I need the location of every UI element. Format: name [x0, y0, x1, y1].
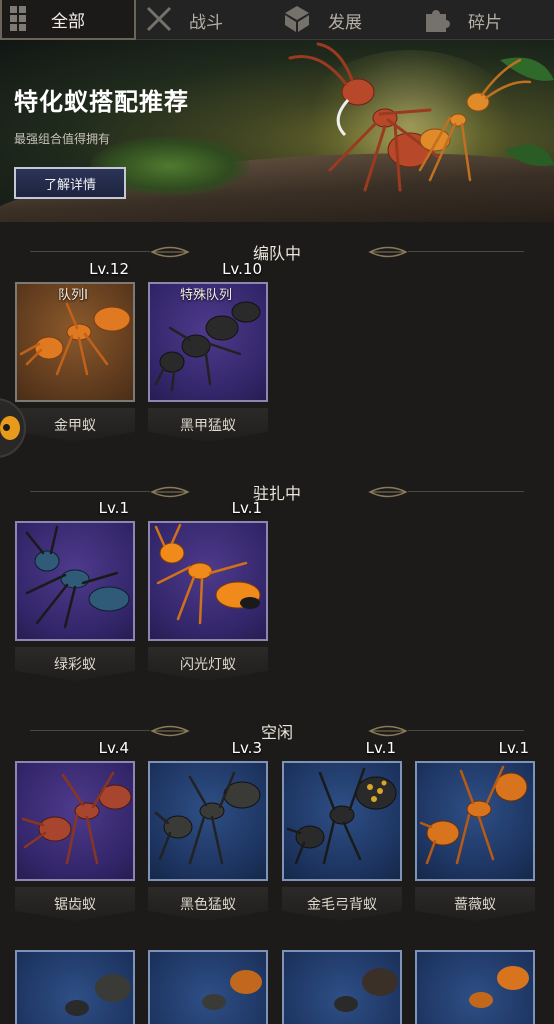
ant-name: 锯齿蚁: [15, 887, 135, 921]
divider-line: [408, 491, 524, 492]
queue-tag: 特殊队列: [179, 288, 232, 303]
ant-name: 黑甲猛蚁: [148, 408, 268, 442]
ant-name: 绿彩蚁: [15, 647, 135, 681]
ant-icon: [21, 771, 132, 865]
leaf-ornament-icon: [368, 725, 408, 737]
ant-name: 闪光灯蚁: [148, 647, 268, 681]
ant-icon: [419, 765, 528, 865]
section-header-idle: 空闲: [0, 719, 554, 743]
ant-tile: [148, 761, 268, 881]
section-header-stationed: 驻扎中: [0, 480, 554, 504]
tab-fragments[interactable]: 碎片: [416, 0, 554, 40]
ant-level: Lv.1: [231, 499, 262, 517]
section-title: 空闲: [260, 723, 293, 742]
learn-more-button[interactable]: 了解详情: [14, 167, 126, 199]
pet-eye: [3, 424, 10, 431]
divider-line: [408, 251, 524, 252]
side-pet-button[interactable]: [0, 398, 26, 458]
ant-level: Lv.1: [98, 499, 129, 517]
leaf-ornament-icon: [368, 246, 408, 258]
tab-label: 碎片: [468, 12, 502, 33]
leaf-ornament-icon: [368, 486, 408, 498]
banner-title: 特化蚁搭配推荐: [14, 88, 189, 116]
ant-level: Lv.3: [231, 739, 262, 757]
ant-name: 金毛弓背蚁: [282, 887, 402, 921]
category-tab-bar: 全部 战斗 发展 碎片: [0, 0, 554, 40]
ant-tile: [15, 521, 135, 641]
tab-label: 发展: [328, 12, 362, 33]
ant-name: 金甲蚁: [15, 408, 135, 442]
section-title: 驻扎中: [252, 484, 301, 503]
tab-develop[interactable]: 发展: [276, 0, 414, 40]
queue-tag: 队列I: [58, 288, 88, 303]
ant-tile: [15, 950, 135, 1024]
ant-icon: [154, 771, 261, 865]
tab-battle[interactable]: 战斗: [138, 0, 274, 40]
banner-subtitle: 最强组合值得拥有: [14, 132, 111, 146]
ant-tile: [282, 761, 402, 881]
grid-icon: [10, 6, 26, 31]
swords-icon: [146, 6, 172, 32]
section-header-formation: 编队中: [0, 240, 554, 264]
ant-tile: [282, 950, 402, 1024]
ant-tile: [415, 761, 535, 881]
ant-tile: [148, 521, 268, 641]
promo-banner[interactable]: 特化蚁搭配推荐 最强组合值得拥有 了解详情: [0, 40, 554, 222]
tab-label: 战斗: [189, 12, 223, 33]
ant-icon: [25, 525, 130, 629]
ant-icon: [286, 767, 397, 865]
divider-line: [408, 730, 524, 731]
ant-icon: [154, 523, 261, 625]
cube-icon: [285, 6, 309, 32]
ant-level: Lv.10: [222, 260, 262, 278]
tab-all[interactable]: 全部: [0, 0, 136, 40]
ant-icon: [334, 968, 398, 1012]
ant-tile: [148, 950, 268, 1024]
ant-name: 黑色猛蚁: [148, 887, 268, 921]
ant-level: Lv.12: [89, 260, 129, 278]
tab-label: 全部: [51, 11, 85, 32]
ant-name: 蔷薇蚁: [415, 887, 535, 921]
ant-tile: [415, 950, 535, 1024]
puzzle-icon: [426, 10, 450, 32]
ant-level: Lv.4: [98, 739, 129, 757]
section-title: 编队中: [252, 244, 301, 263]
ant-icon: [65, 974, 131, 1016]
ant-icon: [469, 966, 529, 1008]
ant-level: Lv.1: [365, 739, 396, 757]
ant-tile: [15, 761, 135, 881]
ant-icon: [202, 970, 262, 1010]
ant-level: Lv.1: [498, 739, 529, 757]
